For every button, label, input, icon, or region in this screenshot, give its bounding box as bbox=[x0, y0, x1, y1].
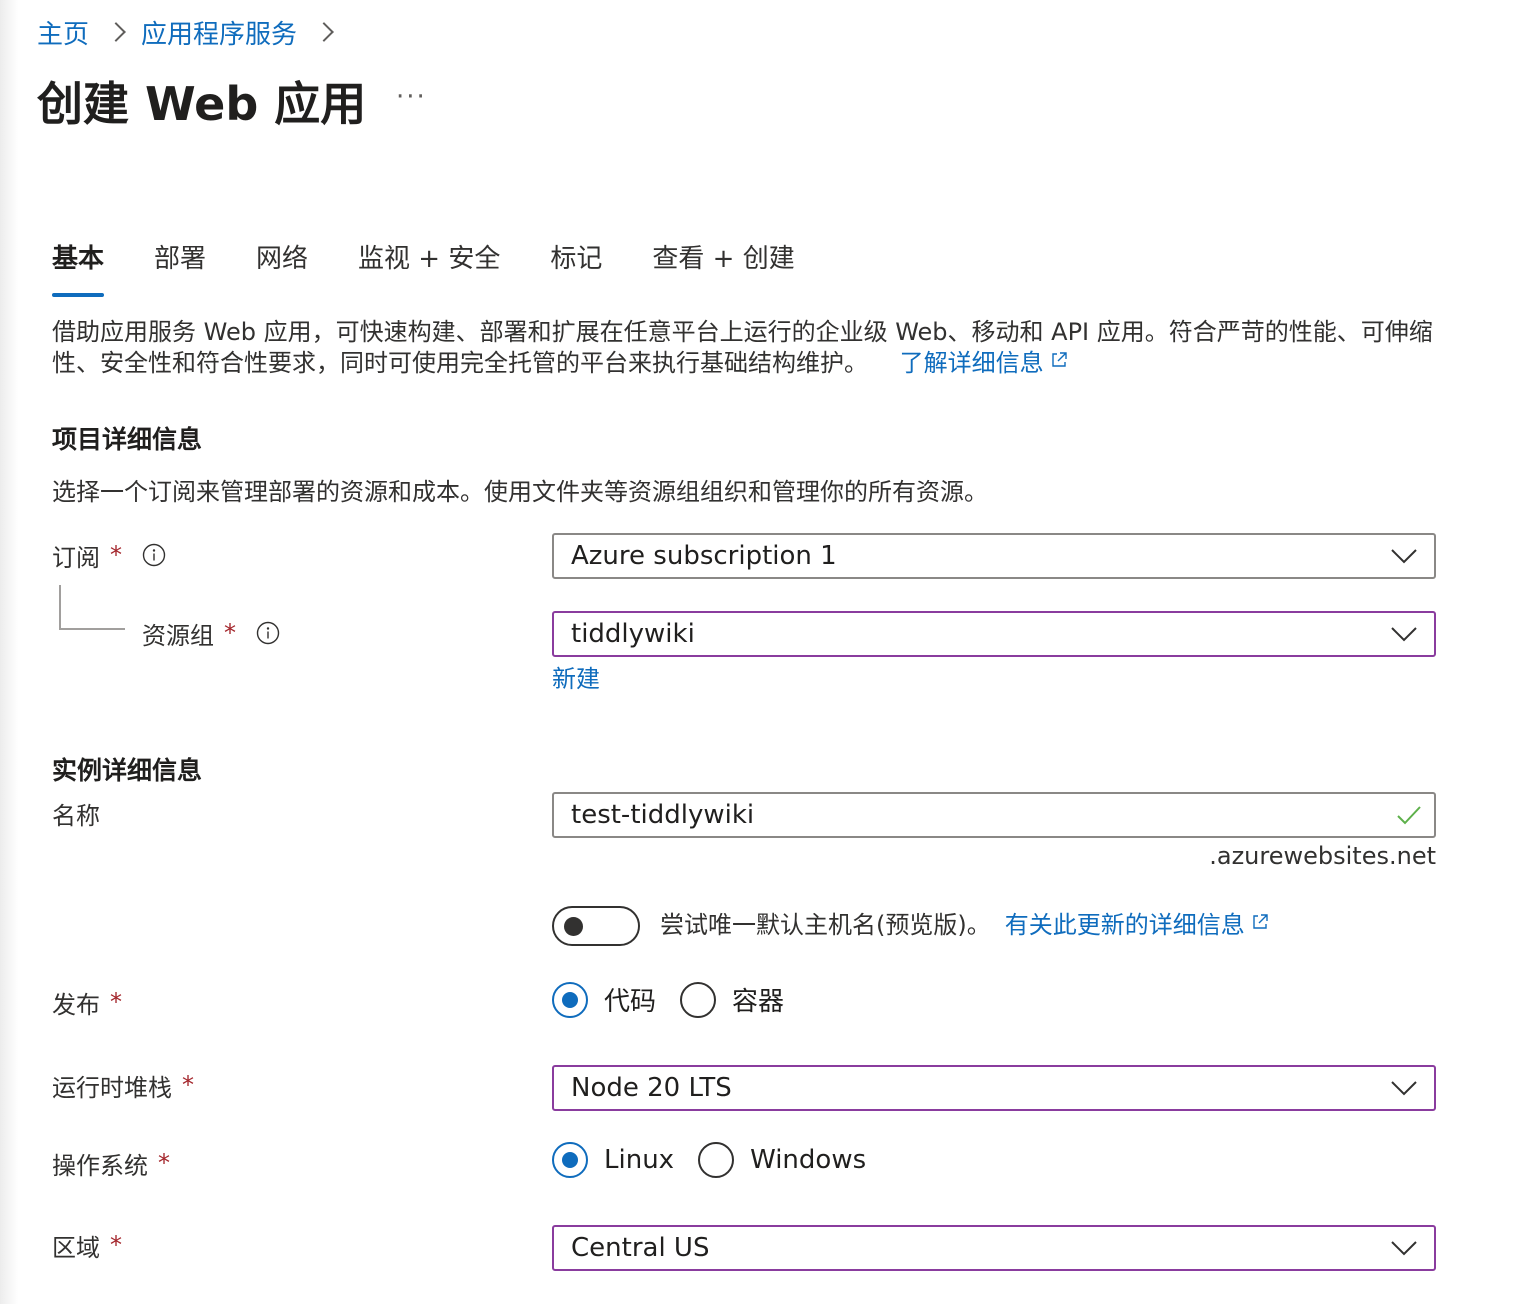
hostname-update-details-link[interactable]: 有关此更新的详细信息 bbox=[1005, 905, 1269, 940]
radio-unselected-icon[interactable] bbox=[680, 981, 717, 1018]
publish-option-code-label: 代码 bbox=[604, 987, 657, 1017]
required-asterisk: * bbox=[110, 541, 122, 569]
toggle-knob bbox=[564, 917, 583, 936]
unique-hostname-text: 尝试唯一默认主机名(预览版)。 bbox=[660, 910, 991, 939]
chevron-right-icon bbox=[314, 22, 334, 42]
radio-selected-icon[interactable] bbox=[552, 981, 588, 1018]
tab-deployment[interactable]: 部署 bbox=[154, 238, 206, 297]
info-icon[interactable] bbox=[256, 621, 280, 645]
runtime-stack-label: 运行时堆栈 * bbox=[52, 1067, 194, 1103]
subscription-value: Azure subscription 1 bbox=[571, 541, 837, 571]
chevron-down-icon bbox=[1391, 627, 1417, 642]
radio-unselected-icon[interactable] bbox=[698, 1142, 735, 1178]
checkmark-icon bbox=[1397, 806, 1421, 825]
name-label-text: 名称 bbox=[52, 801, 100, 830]
os-option-linux-label: Linux bbox=[604, 1145, 675, 1175]
runtime-stack-value: Node 20 LTS bbox=[571, 1073, 732, 1103]
info-icon[interactable] bbox=[142, 543, 166, 567]
name-input[interactable]: test-tiddlywiki bbox=[552, 792, 1436, 838]
publish-radio-group: 代码 容器 bbox=[552, 981, 808, 1018]
required-asterisk: * bbox=[110, 988, 122, 1016]
region-label: 区域 * bbox=[52, 1227, 122, 1263]
breadcrumb-home[interactable]: 主页 bbox=[37, 14, 89, 51]
learn-more-label: 了解详细信息 bbox=[899, 349, 1044, 377]
publish-option-container-label: 容器 bbox=[732, 987, 785, 1017]
domain-suffix: .azurewebsites.net bbox=[1209, 842, 1436, 870]
chevron-right-icon bbox=[106, 22, 126, 42]
resource-group-value: tiddlywiki bbox=[571, 619, 695, 649]
external-link-icon bbox=[1051, 352, 1067, 367]
tab-networking[interactable]: 网络 bbox=[256, 238, 308, 297]
required-asterisk: * bbox=[158, 1149, 170, 1177]
os-label-text: 操作系统 bbox=[52, 1151, 148, 1180]
publish-option-code[interactable]: 代码 bbox=[552, 981, 656, 1018]
instance-details-title: 实例详细信息 bbox=[52, 756, 203, 785]
tab-tags[interactable]: 标记 bbox=[550, 238, 602, 297]
publish-label: 发布 * bbox=[52, 984, 122, 1020]
hostname-update-link-label: 有关此更新的详细信息 bbox=[1004, 910, 1245, 939]
chevron-down-icon bbox=[1391, 1241, 1417, 1256]
breadcrumb: 主页 应用程序服务 bbox=[37, 14, 349, 50]
os-option-windows[interactable]: Windows bbox=[698, 1142, 866, 1178]
region-dropdown[interactable]: Central US bbox=[552, 1225, 1436, 1271]
resource-group-label: 资源组 * bbox=[142, 615, 280, 651]
page-title: 创建 Web 应用 bbox=[37, 77, 367, 131]
external-link-icon bbox=[1253, 913, 1268, 929]
os-option-linux[interactable]: Linux bbox=[552, 1142, 674, 1178]
radio-selected-icon[interactable] bbox=[552, 1142, 588, 1178]
project-details-title: 项目详细信息 bbox=[52, 425, 203, 454]
unique-hostname-toggle[interactable] bbox=[552, 906, 640, 946]
tab-bar: 基本 部署 网络 监视 + 安全 标记 查看 + 创建 bbox=[52, 238, 845, 297]
more-options-button[interactable]: ··· bbox=[396, 82, 427, 112]
subscription-label-text: 订阅 bbox=[52, 543, 100, 572]
tab-review-create[interactable]: 查看 + 创建 bbox=[652, 238, 794, 297]
chevron-down-icon bbox=[1391, 1081, 1417, 1096]
os-radio-group: Linux Windows bbox=[552, 1142, 890, 1178]
publish-label-text: 发布 bbox=[52, 990, 100, 1019]
breadcrumb-app-services[interactable]: 应用程序服务 bbox=[141, 14, 297, 51]
unique-hostname-description: 尝试唯一默认主机名(预览版)。 有关此更新的详细信息 bbox=[660, 905, 1269, 940]
intro-text: 借助应用服务 Web 应用，可快速构建、部署和扩展在任意平台上运行的企业级 We… bbox=[52, 318, 1433, 377]
region-label-text: 区域 bbox=[52, 1233, 100, 1262]
chevron-down-icon bbox=[1391, 549, 1417, 564]
name-label: 名称 bbox=[52, 795, 100, 831]
runtime-stack-label-text: 运行时堆栈 bbox=[52, 1073, 172, 1102]
intro-description: 借助应用服务 Web 应用，可快速构建、部署和扩展在任意平台上运行的企业级 We… bbox=[52, 317, 1452, 379]
left-panel-shadow bbox=[0, 0, 18, 1304]
required-asterisk: * bbox=[110, 1231, 122, 1259]
resource-group-dropdown[interactable]: tiddlywiki bbox=[552, 611, 1436, 657]
publish-option-container[interactable]: 容器 bbox=[680, 981, 784, 1018]
project-details-desc: 选择一个订阅来管理部署的资源和成本。使用文件夹等资源组组织和管理你的所有资源。 bbox=[52, 478, 988, 506]
hierarchy-connector bbox=[59, 585, 125, 630]
required-asterisk: * bbox=[182, 1071, 194, 1099]
subscription-dropdown[interactable]: Azure subscription 1 bbox=[552, 533, 1436, 579]
tab-basics[interactable]: 基本 bbox=[52, 238, 105, 297]
tab-monitoring-security[interactable]: 监视 + 安全 bbox=[358, 238, 500, 297]
subscription-label: 订阅 * bbox=[52, 537, 166, 573]
resource-group-label-text: 资源组 bbox=[142, 621, 214, 650]
create-new-resource-group-link[interactable]: 新建 bbox=[552, 659, 600, 694]
os-option-windows-label: Windows bbox=[750, 1145, 867, 1175]
required-asterisk: * bbox=[224, 619, 236, 647]
runtime-stack-dropdown[interactable]: Node 20 LTS bbox=[552, 1065, 1436, 1111]
region-value: Central US bbox=[571, 1233, 710, 1263]
learn-more-link[interactable]: 了解详细信息 bbox=[900, 349, 1068, 377]
name-value: test-tiddlywiki bbox=[571, 800, 755, 830]
os-label: 操作系统 * bbox=[52, 1145, 170, 1181]
